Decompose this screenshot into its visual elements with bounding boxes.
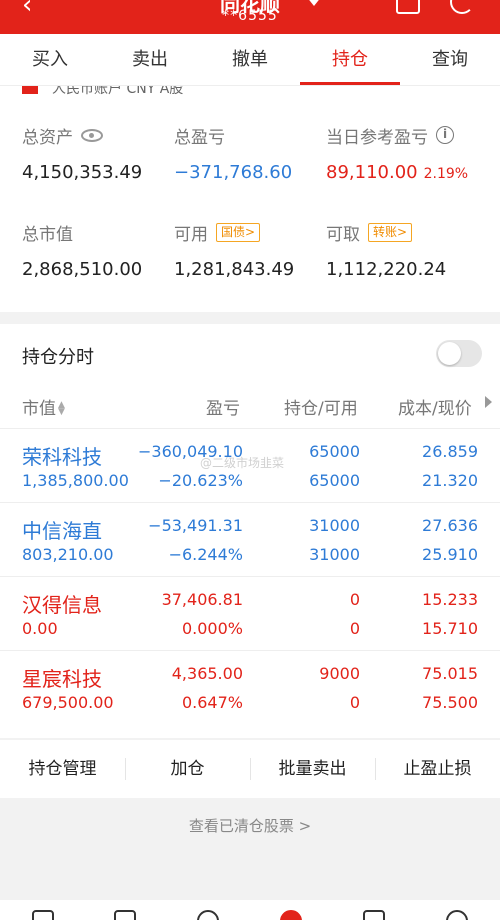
transfer-tag[interactable]: 转账> (368, 222, 413, 242)
available-qty: 65000 (309, 471, 360, 490)
manage-positions-button[interactable]: 持仓管理 (0, 740, 125, 798)
tab-positions[interactable]: 持仓 (300, 34, 400, 85)
available-label: 可用 (174, 224, 208, 245)
column-cost[interactable]: 成本/现价 (398, 394, 472, 419)
daily-pl-percent: 2.19% (423, 166, 469, 182)
batch-sell-button[interactable]: 批量卖出 (250, 740, 375, 798)
current-price: 21.320 (422, 471, 478, 490)
pl-percent: −20.623% (158, 471, 243, 490)
available-value: 1,281,843.49 (174, 259, 295, 280)
current-price: 25.910 (422, 545, 478, 564)
market-value: 679,500.00 (22, 693, 114, 712)
available-cell: 可用 国债> 1,281,843.49 (174, 221, 294, 280)
market-value-value: 2,868,510.00 (22, 259, 143, 280)
market-value: 1,385,800.00 (22, 471, 129, 490)
pl-percent: 0.000% (181, 619, 243, 638)
column-holding[interactable]: 持仓/可用 (284, 394, 358, 419)
cost-price: 75.015 (422, 664, 478, 683)
total-assets-value: 4,150,353.49 (22, 162, 143, 183)
pl-percent: −6.244% (168, 545, 243, 564)
total-pl-value: −371,768.60 (174, 162, 293, 183)
total-pl-label: 总盈亏 (174, 127, 225, 148)
add-position-button[interactable]: 加仓 (125, 740, 250, 798)
watermark: @二级市场韭菜 (200, 456, 285, 470)
column-market-value-label: 市值 (22, 399, 56, 419)
available-qty: 0 (349, 619, 360, 638)
stop-profit-loss-button[interactable]: 止盈止损 (375, 740, 500, 798)
stock-name: 中信海直 (22, 519, 102, 543)
cost-price: 26.859 (422, 442, 478, 461)
user-icon[interactable] (197, 910, 219, 920)
treasury-bond-tag[interactable]: 国债> (216, 222, 261, 242)
account-line: 人民币账户 CNY A股 (52, 86, 184, 96)
tab-cancel[interactable]: 撤单 (200, 34, 300, 85)
pl-value: 4,365.00 (171, 664, 243, 683)
trend-icon[interactable] (114, 910, 136, 920)
stock-name: 荣科科技 (22, 445, 102, 469)
stock-name: 汉得信息 (22, 593, 102, 617)
info-icon[interactable]: i (436, 126, 454, 144)
stock-name: 星宸科技 (22, 667, 102, 691)
holding-qty: 31000 (309, 516, 360, 535)
edit-icon[interactable] (396, 0, 420, 14)
holding-qty: 9000 (319, 664, 360, 683)
current-price: 75.500 (422, 693, 478, 712)
tab-sell[interactable]: 卖出 (100, 34, 200, 85)
daily-pl-value: 89,110.00 (326, 162, 418, 183)
daily-pl-cell: 当日参考盈亏 i 89,110.00 2.19% (326, 124, 468, 183)
pl-percent: 0.647% (181, 693, 243, 712)
market-value: 0.00 (22, 619, 58, 638)
table-row[interactable]: 星宸科技 679,500.00 4,365.00 0.647% 9000 0 7… (0, 650, 500, 724)
bottom-nav (0, 900, 500, 920)
total-pl-cell: 总盈亏 −371,768.60 (174, 124, 293, 184)
market-chart-icon[interactable] (32, 910, 54, 920)
pl-value: 37,406.81 (161, 590, 243, 609)
intraday-toggle[interactable] (436, 340, 482, 367)
market-value: 803,210.00 (22, 545, 114, 564)
toggle-knob (438, 342, 461, 365)
positions-title: 持仓分时 (22, 347, 94, 368)
positions-panel: 持仓分时 市值 ▲ ▼ 盈亏 持仓/可用 成本/现价 荣科科技 1,385,800.… (0, 324, 500, 738)
eye-icon[interactable] (81, 128, 103, 142)
withdrawable-label: 可取 (326, 224, 360, 245)
news-icon[interactable] (363, 910, 385, 920)
withdrawable-value: 1,112,220.24 (326, 259, 447, 280)
cleared-stocks-link[interactable]: 查看已清仓股票 > (0, 815, 500, 836)
withdrawable-cell: 可取 转账> 1,112,220.24 (326, 221, 446, 280)
account-dropdown-icon[interactable] (306, 0, 322, 6)
position-actions: 持仓管理 加仓 批量卖出 止盈止损 (0, 740, 500, 798)
column-pl[interactable]: 盈亏 (206, 394, 240, 419)
trade-tabs: 买入 卖出 撤单 持仓 查询 (0, 34, 500, 86)
wealth-bag-icon[interactable] (446, 910, 468, 920)
trade-icon[interactable] (280, 910, 302, 920)
total-assets-label: 总资产 (22, 127, 73, 148)
holding-qty: 0 (349, 590, 360, 609)
tab-query[interactable]: 查询 (400, 34, 500, 85)
market-value-cell: 总市值 2,868,510.00 (22, 221, 143, 281)
holding-qty: 65000 (309, 442, 360, 461)
total-assets-cell: 总资产 4,150,353.49 (22, 124, 143, 184)
account-strip[interactable]: 人民币账户 CNY A股 (22, 86, 482, 96)
daily-pl-label: 当日参考盈亏 (326, 127, 428, 148)
cost-price: 27.636 (422, 516, 478, 535)
column-market-value[interactable]: 市值 ▲ ▼ (22, 394, 65, 419)
cost-price: 15.233 (422, 590, 478, 609)
account-summary: 人民币账户 CNY A股 总资产 4,150,353.49 总盈亏 −371,7… (0, 86, 500, 312)
scroll-right-icon[interactable] (485, 396, 492, 408)
app-header: ‹ 同花顺 **6555 (0, 0, 500, 34)
table-row[interactable]: 汉得信息 0.00 37,406.81 0.000% 0 0 15.233 15… (0, 576, 500, 650)
market-value-label: 总市值 (22, 224, 73, 245)
pl-value: −53,491.31 (148, 516, 243, 535)
available-qty: 31000 (309, 545, 360, 564)
tab-buy[interactable]: 买入 (0, 34, 100, 85)
account-number: **6555 (222, 8, 278, 24)
app-root: ‹ 同花顺 **6555 买入 卖出 撤单 持仓 查询 人民币账户 CNY A股… (0, 0, 500, 920)
current-price: 15.710 (422, 619, 478, 638)
sort-icon: ▲ ▼ (58, 400, 65, 417)
table-row[interactable]: 中信海直 803,210.00 −53,491.31 −6.244% 31000… (0, 502, 500, 576)
flag-icon (22, 86, 38, 94)
available-qty: 0 (349, 693, 360, 712)
